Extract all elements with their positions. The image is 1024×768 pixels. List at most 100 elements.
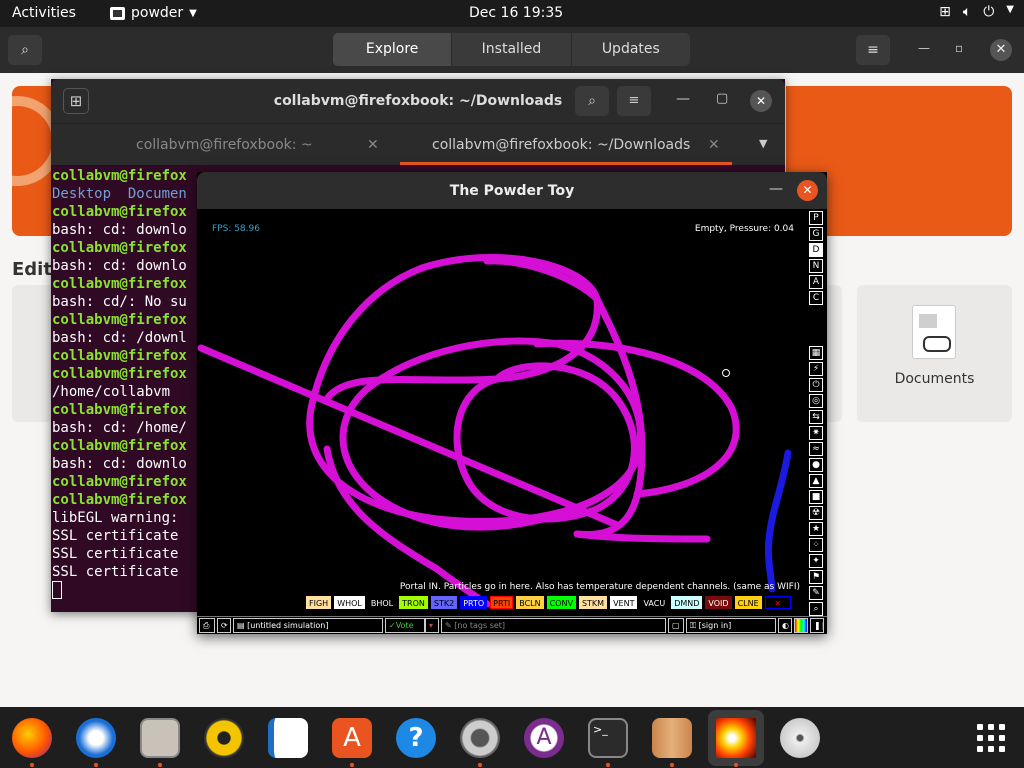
tab-close-icon[interactable]: ✕ [367,137,379,153]
menu-button[interactable]: ≡ [856,35,890,65]
walls-category-icon[interactable]: ▦ [809,346,823,360]
element-button-clear[interactable]: ✕ [764,596,791,609]
activities-button[interactable]: Activities [12,5,76,21]
force-category-icon[interactable]: ⇆ [809,410,823,424]
close-button[interactable]: ✕ [750,90,772,112]
favorites-category-icon[interactable]: ⚑ [809,570,823,584]
element-button-clne[interactable]: CLNE [734,596,762,609]
search-button[interactable]: ⌕ [8,35,42,65]
simulation-canvas[interactable] [197,209,807,614]
help-icon[interactable]: ? [396,718,436,758]
tab-home[interactable]: collabvm@firefoxbook: ~ [136,137,313,153]
menu-button[interactable]: ≡ [617,86,651,116]
menu-letter-n[interactable]: N [809,259,823,273]
terminal-line: collabvm@firefox [52,312,187,328]
element-button-bcln[interactable]: BCLN [516,596,544,609]
tab-downloads[interactable]: collabvm@firefoxbook: ~/Downloads [432,137,690,153]
libreoffice-writer-icon[interactable] [268,718,308,758]
tab-installed[interactable]: Installed [452,33,572,66]
element-button-stkm[interactable]: STKM [578,596,608,609]
reload-icon[interactable]: ⟳ [217,618,231,633]
maximize-button[interactable]: ▫ [955,41,963,55]
tab-updates[interactable]: Updates [572,33,690,66]
special-category-icon[interactable]: ★ [809,522,823,536]
minimize-button[interactable]: — [769,181,783,197]
element-button-prti[interactable]: PRTI [490,596,514,609]
menu-letter-g[interactable]: G [809,227,823,241]
element-button-conv[interactable]: CONV [546,596,576,609]
running-indicator [606,763,610,767]
element-button-void[interactable]: VOID [705,596,732,609]
solids-category-icon[interactable]: ■ [809,490,823,504]
section-heading: Edit [12,259,52,280]
tab-explore[interactable]: Explore [333,33,453,66]
open-save-icon[interactable]: ⎙ [199,618,215,633]
search-icon[interactable]: ⌕ [809,602,823,616]
firefox-icon[interactable] [12,718,52,758]
menu-letter-c[interactable]: C [809,291,823,305]
element-button-dmnd[interactable]: DMND [671,596,703,609]
liquids-category-icon[interactable]: ● [809,458,823,472]
pause-icon[interactable]: ❚❚ [810,618,824,633]
life-category-icon[interactable]: ⁘ [809,538,823,552]
gases-category-icon[interactable]: ≈ [809,442,823,456]
minimize-button[interactable]: — [918,41,930,55]
category-card-documents[interactable]: Documents [857,285,1012,422]
terminal-output[interactable]: collabvm@firefox Desktop Documen collabvm@… [52,167,198,581]
powder-toy-icon[interactable] [716,718,756,758]
close-button[interactable]: ✕ [990,39,1012,61]
save-simulation-button[interactable]: ▤ [untitled simulation] [233,618,383,633]
tab-close-icon[interactable]: ✕ [708,137,720,153]
element-button-stk2[interactable]: STK2 [430,596,458,609]
element-button-prto[interactable]: PRTO [460,596,488,609]
vote-up-button[interactable]: ✓Vote [385,618,425,633]
element-button-figh[interactable]: FIGH [306,596,332,609]
show-applications-icon[interactable] [977,724,1005,752]
explosives-category-icon[interactable]: ✷ [809,426,823,440]
tools-category-icon[interactable]: ✦ [809,554,823,568]
close-button[interactable]: ✕ [797,180,818,201]
search-button[interactable]: ⌕ [575,86,609,116]
terminal-line: collabvm@firefox [52,204,187,220]
sign-in-button[interactable]: ⚿ [sign in] [686,618,776,633]
tags-button[interactable]: ✎ [no tags set] [441,618,666,633]
powered-category-icon[interactable]: ⏻ [809,378,823,392]
radioactive-category-icon[interactable]: ☢ [809,506,823,520]
clock[interactable]: Dec 16 19:35 [469,5,563,21]
clear-sim-icon[interactable]: ▢ [668,618,684,633]
chevron-down-icon[interactable]: ▼ [759,137,767,150]
category-card[interactable] [12,285,52,422]
ubuntu-store-icon[interactable]: A [524,718,564,758]
thunderbird-icon[interactable] [76,718,116,758]
electronics-category-icon[interactable]: ⚡ [809,362,823,376]
optical-disc-icon[interactable] [780,718,820,758]
sensors-category-icon[interactable]: ◎ [809,394,823,408]
files-icon[interactable] [140,718,180,758]
element-button-tron[interactable]: TRON [399,596,428,609]
minimize-button[interactable]: — [676,91,690,107]
terminal-icon[interactable]: >_ [588,718,628,758]
render-options-icon[interactable] [794,618,808,633]
chevron-down-icon: ▼ [189,7,197,19]
settings-icon[interactable]: ◐ [778,618,792,633]
archive-manager-icon[interactable] [652,718,692,758]
maximize-button[interactable]: ▢ [716,91,728,106]
decoration-category-icon[interactable]: ✎ [809,586,823,600]
featured-banner[interactable] [12,86,52,236]
running-indicator [734,763,738,767]
menu-letter-d[interactable]: D [809,243,823,257]
element-button-bhol[interactable]: BHOL [367,596,397,609]
software-icon[interactable]: A [332,718,372,758]
rhythmbox-icon[interactable] [204,718,244,758]
element-button-whol[interactable]: WHOL [334,596,365,609]
app-menu[interactable]: powder ▼ [110,5,197,21]
settings-icon[interactable] [460,718,500,758]
menu-letter-p[interactable]: P [809,211,823,225]
vote-down-button[interactable]: ▾ [425,618,439,633]
powders-category-icon[interactable]: ▲ [809,474,823,488]
menu-letter-a[interactable]: A [809,275,823,289]
category-card[interactable] [826,285,842,422]
element-button-vacu[interactable]: VACU [640,596,669,609]
element-button-vent[interactable]: VENT [610,596,638,609]
system-tray[interactable]: ⊞ 🔈︎ ⏻ ▼ [939,4,1014,20]
